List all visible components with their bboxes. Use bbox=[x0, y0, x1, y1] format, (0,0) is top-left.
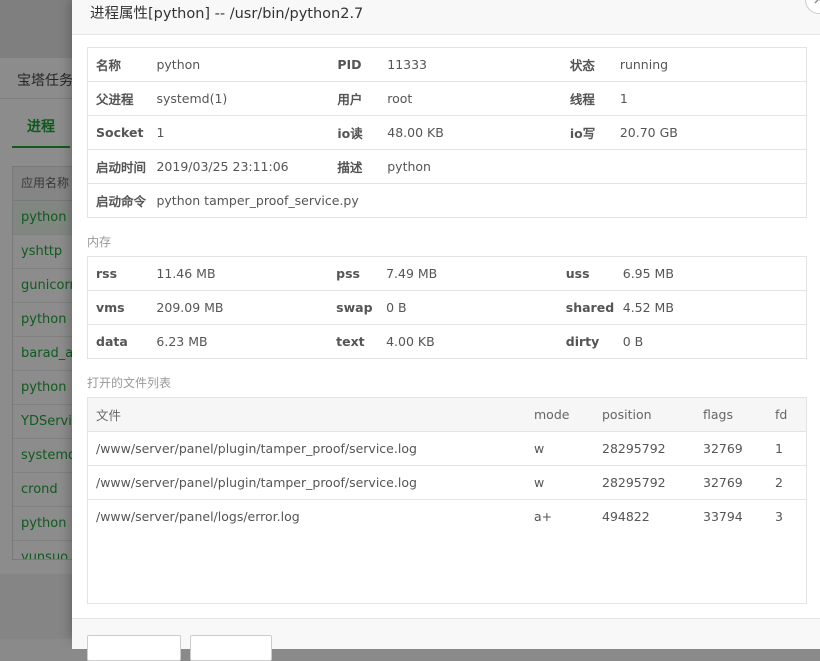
file-position: 28295792 bbox=[602, 465, 703, 500]
shared-label: shared bbox=[565, 290, 623, 325]
pid-value: 11333 bbox=[387, 47, 570, 82]
name-label: 名称 bbox=[87, 47, 157, 82]
vms-label: vms bbox=[87, 290, 157, 325]
column-header-flags: flags bbox=[703, 398, 775, 432]
user-value: root bbox=[387, 81, 570, 116]
name-value: python bbox=[156, 47, 338, 82]
file-fd: 3 bbox=[775, 509, 783, 524]
description-label: 描述 bbox=[337, 149, 388, 184]
dialog-header: 进程属性[python] -- /usr/bin/python2.7 bbox=[72, 0, 820, 35]
column-header-mode: mode bbox=[534, 398, 602, 432]
parent-label: 父进程 bbox=[87, 81, 157, 116]
table-row: /www/server/panel/plugin/tamper_proof/se… bbox=[88, 465, 806, 500]
pid-label: PID bbox=[337, 47, 388, 82]
file-mode: w bbox=[534, 465, 602, 500]
file-position: 28295792 bbox=[602, 431, 703, 466]
table-row: /www/server/panel/plugin/tamper_proof/se… bbox=[88, 431, 806, 466]
memory-section-label: 内存 bbox=[87, 235, 112, 249]
rss-value: 11.46 MB bbox=[156, 256, 337, 291]
column-header-file: 文件 bbox=[88, 398, 534, 432]
dirty-value: 0 B bbox=[622, 324, 807, 359]
memory-table: rss 11.46 MB pss 7.49 MB uss 6.95 MB vms… bbox=[87, 256, 807, 359]
swap-value: 0 B bbox=[386, 290, 566, 325]
dirty-label: dirty bbox=[565, 324, 623, 359]
table-row: 父进程 systemd(1) 用户 root 线程 1 bbox=[87, 81, 807, 116]
swap-label: swap bbox=[336, 290, 387, 325]
pss-value: 7.49 MB bbox=[386, 256, 566, 291]
text-label: text bbox=[336, 324, 387, 359]
open-files-table-container: 文件 mode position flags fd /www/server/pa… bbox=[87, 397, 807, 604]
vms-value: 209.09 MB bbox=[156, 290, 337, 325]
io-read-value: 48.00 KB bbox=[387, 115, 570, 150]
column-header-position: position bbox=[602, 398, 703, 432]
process-properties-dialog: 进程属性[python] -- /usr/bin/python2.7 × 名称 … bbox=[72, 0, 820, 661]
io-write-label: io写 bbox=[569, 115, 620, 150]
data-value: 6.23 MB bbox=[156, 324, 337, 359]
table-row: 启动时间 2019/03/25 23:11:06 描述 python bbox=[87, 149, 807, 184]
file-mode: w bbox=[534, 431, 602, 466]
status-label: 状态 bbox=[569, 47, 620, 82]
file-flags: 33794 bbox=[703, 509, 743, 524]
io-write-value: 20.70 GB bbox=[619, 115, 807, 150]
start-time-value: 2019/03/25 23:11:06 bbox=[156, 149, 338, 184]
socket-value: 1 bbox=[156, 115, 338, 150]
text-value: 4.00 KB bbox=[386, 324, 566, 359]
parent-value: systemd(1) bbox=[156, 81, 338, 116]
file-flags: 32769 bbox=[703, 431, 775, 466]
file-flags: 32769 bbox=[703, 465, 775, 500]
start-time-label: 启动时间 bbox=[87, 149, 157, 184]
description-value: python bbox=[387, 149, 570, 184]
dialog-footer bbox=[72, 618, 820, 661]
status-value: running bbox=[619, 47, 807, 82]
file-position: 494822 bbox=[602, 509, 650, 524]
io-read-label: io读 bbox=[337, 115, 388, 150]
table-row: 名称 python PID 11333 状态 running bbox=[87, 47, 807, 82]
open-files-table: 文件 mode position flags fd /www/server/pa… bbox=[88, 398, 806, 533]
table-row: vms 209.09 MB swap 0 B shared 4.52 MB bbox=[87, 290, 807, 325]
user-label: 用户 bbox=[337, 81, 388, 116]
file-fd: 1 bbox=[775, 431, 806, 466]
table-row: data 6.23 MB text 4.00 KB dirty 0 B bbox=[87, 324, 807, 359]
file-path: /www/server/panel/logs/error.log bbox=[96, 509, 300, 524]
file-fd: 2 bbox=[775, 465, 806, 500]
dialog-title: 进程属性[python] -- /usr/bin/python2.7 bbox=[90, 6, 364, 22]
socket-label: Socket bbox=[87, 115, 157, 150]
threads-label: 线程 bbox=[569, 81, 620, 116]
threads-value: 1 bbox=[619, 81, 807, 116]
file-mode: a+ bbox=[534, 509, 553, 524]
command-value: python tamper_proof_service.py bbox=[156, 183, 807, 218]
open-files-section-label: 打开的文件列表 bbox=[87, 376, 172, 390]
table-row: 启动命令 python tamper_proof_service.py bbox=[87, 183, 807, 218]
command-label: 启动命令 bbox=[87, 183, 157, 218]
table-row: rss 11.46 MB pss 7.49 MB uss 6.95 MB bbox=[87, 256, 807, 291]
column-header-fd: fd bbox=[775, 398, 806, 432]
file-path: /www/server/panel/plugin/tamper_proof/se… bbox=[88, 431, 534, 466]
process-info-table: 名称 python PID 11333 状态 running 父进程 syste… bbox=[87, 47, 807, 218]
table-row: /www/server/panel/logs/error.log a+ 4948… bbox=[88, 500, 806, 534]
uss-label: uss bbox=[565, 256, 623, 291]
table-header-row: 文件 mode position flags fd bbox=[88, 398, 806, 432]
file-path: /www/server/panel/plugin/tamper_proof/se… bbox=[88, 465, 534, 500]
table-row: Socket 1 io读 48.00 KB io写 20.70 GB bbox=[87, 115, 807, 150]
uss-value: 6.95 MB bbox=[622, 256, 807, 291]
pss-label: pss bbox=[336, 256, 387, 291]
shared-value: 4.52 MB bbox=[622, 290, 807, 325]
rss-label: rss bbox=[87, 256, 157, 291]
data-label: data bbox=[87, 324, 157, 359]
